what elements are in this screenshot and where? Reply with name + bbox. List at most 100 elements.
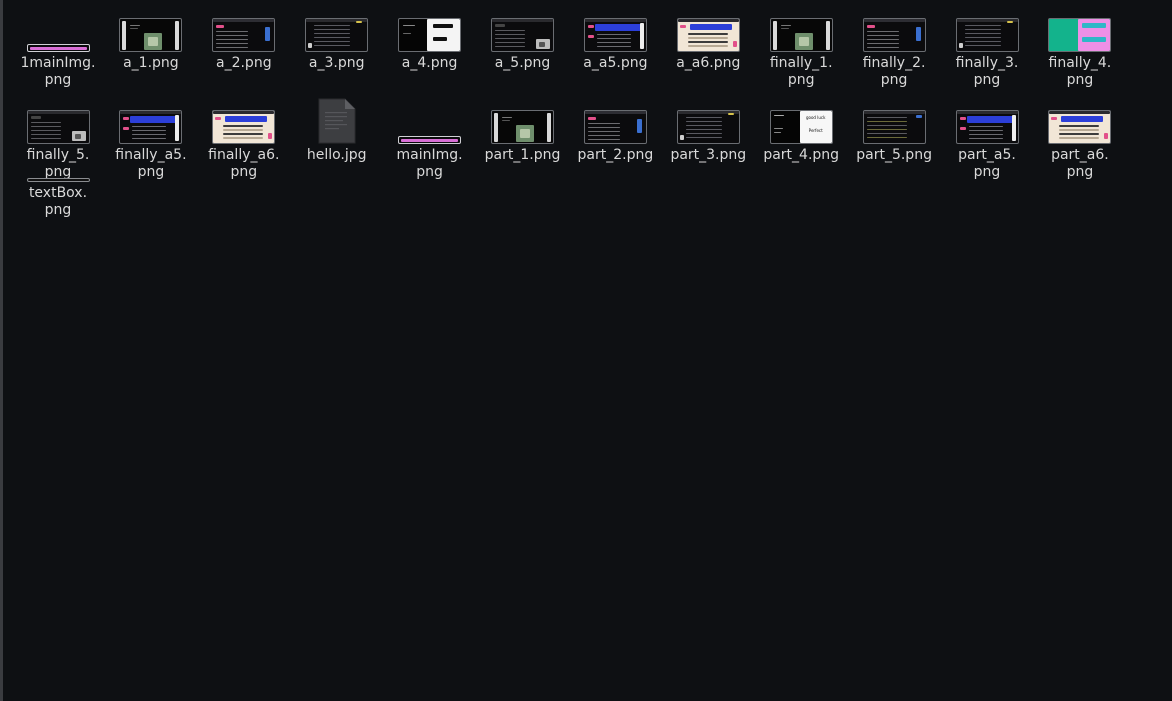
thumbnail-area [1034,98,1126,144]
image-thumbnail [119,18,183,52]
image-thumbnail [212,18,276,52]
file-name-label: part_2.png [569,147,661,164]
thumbnail-area [12,6,104,52]
file-name-line-1: finally_4. [1048,55,1112,71]
file-name-label: finally_a6. png [198,147,290,181]
file-name-line-1: finally_a5. [115,147,187,163]
file-item[interactable]: part_3.png [662,98,754,164]
thumbnail-area [291,98,383,144]
file-name-label: a_4.png [384,55,476,72]
file-item[interactable]: a_5.png [477,6,569,72]
thumbnail-area [105,98,197,144]
file-item[interactable]: part_2.png [569,98,661,164]
file-name-line-2: png [1066,72,1094,88]
image-thumbnail [583,18,647,52]
file-name-label: part_3.png [662,147,754,164]
file-name-line-1: a_4.png [401,55,458,71]
file-item[interactable]: 1mainImg. png [12,6,104,89]
file-name-line-1: part_5.png [856,147,932,163]
file-item[interactable]: a_a6.png [662,6,754,72]
file-name-line-1: finally_1. [769,55,833,71]
thumbnail-area [848,98,940,144]
file-item[interactable]: finally_a5. png [105,98,197,181]
file-item[interactable]: a_3.png [291,6,383,72]
file-name-line-1: finally_2. [862,55,926,71]
file-item[interactable]: a_a5.png [569,6,661,72]
file-item[interactable]: textBox. png [12,166,104,219]
image-thumbnail [398,136,462,144]
image-thumbnail [26,110,90,144]
file-item[interactable]: finally_2. png [848,6,940,89]
file-name-label: a_2.png [198,55,290,72]
thumb-text-perfect: Perfect [808,128,823,133]
thumbnail-area: good luck Perfect [755,98,847,144]
file-item[interactable]: mainImg. png [384,98,476,181]
file-name-line-1: finally_5. [26,147,90,163]
image-thumbnail [676,18,740,52]
document-icon [318,98,356,144]
file-manager-window: 1mainImg. png a_1.png a_2.png a_3.png a_4.png… [0,0,1172,701]
file-name-label: mainImg. png [384,147,476,181]
thumb-text-good-luck: good luck [805,115,826,120]
image-thumbnail [955,110,1019,144]
file-name-line-1: 1mainImg. [20,55,96,71]
file-name-line-2: png [44,72,72,88]
file-item[interactable]: part_1.png [477,98,569,164]
file-name-line-2: png [137,164,165,180]
file-item[interactable]: a_1.png [105,6,197,72]
file-name-line-1: part_1.png [484,147,561,163]
file-name-line-1: a_a6.png [676,55,741,71]
file-item[interactable]: finally_3. png [941,6,1033,89]
file-name-line-1: hello.jpg [306,147,367,163]
file-name-label: hello.jpg [291,147,383,164]
thumbnail-area [12,98,104,144]
thumbnail-area [662,98,754,144]
file-name-label: finally_4. png [1034,55,1126,89]
file-item[interactable]: good luck Perfect part_4.png [755,98,847,164]
file-name-label: a_a6.png [662,55,754,72]
file-name-label: part_a5. png [941,147,1033,181]
file-name-label: finally_2. png [848,55,940,89]
thumbnail-area [198,98,290,144]
file-item[interactable]: a_4.png [384,6,476,72]
file-name-label: textBox. png [12,185,104,219]
file-name-label: a_1.png [105,55,197,72]
file-name-line-1: a_1.png [123,55,179,71]
thumbnail-area [12,166,104,182]
file-name-label: a_a5.png [569,55,661,72]
file-name-line-1: textBox. [28,185,88,201]
file-grid: 1mainImg. png a_1.png a_2.png a_3.png a_4.png… [3,0,1172,701]
thumbnail-area [477,6,569,52]
file-name-line-1: a_a5.png [583,55,648,71]
image-thumbnail: good luck Perfect [769,110,833,144]
file-name-line-1: finally_3. [955,55,1019,71]
file-item[interactable]: finally_1. png [755,6,847,89]
thumbnail-area [384,6,476,52]
thumbnail-area [105,6,197,52]
file-item[interactable]: finally_4. png [1034,6,1126,89]
file-name-label: a_3.png [291,55,383,72]
file-name-label: part_a6. png [1034,147,1126,181]
image-thumbnail [769,18,833,52]
file-name-line-2: png [787,72,815,88]
file-item[interactable]: a_2.png [198,6,290,72]
file-item[interactable]: hello.jpg [291,98,383,164]
file-item[interactable]: finally_a6. png [198,98,290,181]
file-name-line-2: png [230,164,258,180]
file-name-line-1: a_3.png [308,55,365,71]
file-name-label: finally_a5. png [105,147,197,181]
image-thumbnail [491,110,554,144]
thumbnail-area [569,6,661,52]
thumbnail-area [198,6,290,52]
thumbnail-area [941,98,1033,144]
thumbnail-area [662,6,754,52]
file-name-line-1: part_a6. [1051,147,1109,163]
thumbnail-area [384,98,476,144]
file-item[interactable]: part_a5. png [941,98,1033,181]
image-thumbnail [26,44,90,52]
image-thumbnail [862,18,926,52]
file-name-line-1: part_a5. [958,147,1016,163]
file-item[interactable]: part_5.png [848,98,940,164]
file-item[interactable]: part_a6. png [1034,98,1126,181]
thumbnail-area [941,6,1033,52]
